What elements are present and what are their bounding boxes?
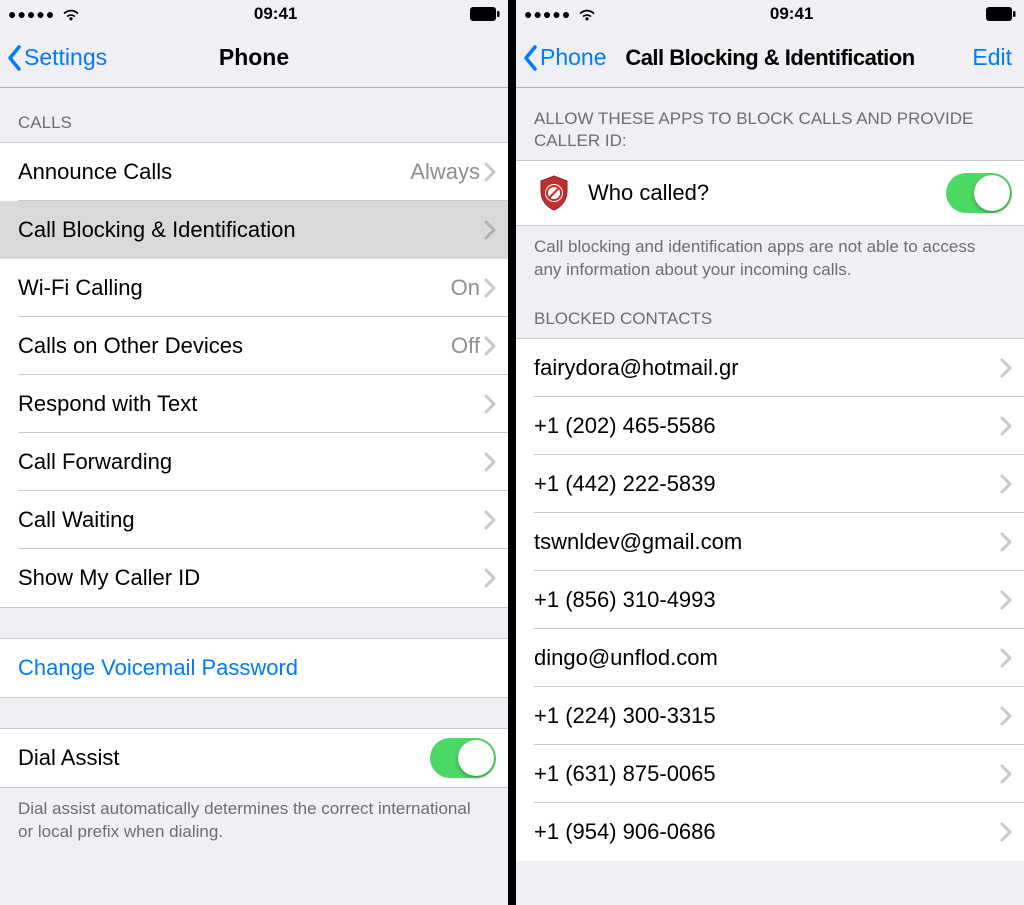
row-call-blocking[interactable]: Call Blocking & Identification [0, 201, 508, 259]
blocked-contact-row[interactable]: tswnldev@gmail.com [516, 513, 1024, 571]
status-time: 09:41 [81, 4, 470, 24]
blocked-contact-row[interactable]: fairydora@hotmail.gr [516, 339, 1024, 397]
row-label: Call Forwarding [18, 449, 484, 475]
chevron-right-icon [1000, 416, 1012, 436]
chevron-right-icon [484, 336, 496, 356]
chevron-right-icon [484, 394, 496, 414]
row-label: Respond with Text [18, 391, 484, 417]
chevron-right-icon [1000, 358, 1012, 378]
who-called-app-icon [534, 173, 574, 213]
chevron-right-icon [484, 220, 496, 240]
chevron-right-icon [1000, 706, 1012, 726]
apps-footer: Call blocking and identification apps ar… [516, 226, 1024, 290]
dial-assist-list: Dial Assist [0, 728, 508, 788]
row-who-called-app[interactable]: Who called? [516, 161, 1024, 225]
row-label: Change Voicemail Password [18, 655, 496, 681]
row-label: +1 (202) 465-5586 [534, 413, 1000, 439]
row-label: Wi-Fi Calling [18, 275, 451, 301]
blocked-contact-row[interactable]: +1 (442) 222-5839 [516, 455, 1024, 513]
chevron-right-icon [1000, 648, 1012, 668]
chevron-left-icon [6, 44, 22, 72]
voicemail-list: Change Voicemail Password [0, 638, 508, 698]
chevron-right-icon [1000, 764, 1012, 784]
chevron-right-icon [1000, 532, 1012, 552]
chevron-right-icon [484, 510, 496, 530]
row-announce-calls[interactable]: Announce Calls Always [0, 143, 508, 201]
row-label: fairydora@hotmail.gr [534, 355, 1000, 381]
who-called-toggle[interactable] [946, 173, 1012, 213]
row-respond-text[interactable]: Respond with Text [0, 375, 508, 433]
wifi-icon [61, 7, 81, 21]
row-value: Off [451, 333, 480, 359]
row-change-voicemail-password[interactable]: Change Voicemail Password [0, 639, 508, 697]
chevron-right-icon [484, 452, 496, 472]
battery-icon [986, 7, 1016, 21]
nav-bar: Phone Call Blocking & Identification Edi… [516, 28, 1024, 88]
blocked-contact-row[interactable]: +1 (202) 465-5586 [516, 397, 1024, 455]
chevron-right-icon [1000, 474, 1012, 494]
row-call-waiting[interactable]: Call Waiting [0, 491, 508, 549]
phone-settings-pane: ●●●●● 09:41 Settings Phone Cal [0, 0, 508, 905]
blocked-contact-row[interactable]: +1 (954) 906-0686 [516, 803, 1024, 861]
calls-list: Announce Calls Always Call Blocking & Id… [0, 142, 508, 608]
row-label: Who called? [588, 180, 946, 206]
row-label: Call Blocking & Identification [18, 217, 484, 243]
back-label: Settings [24, 44, 107, 71]
chevron-right-icon [1000, 590, 1012, 610]
row-value: Always [410, 159, 480, 185]
signal-strength-icon: ●●●●● [524, 6, 571, 22]
call-blocking-pane: ●●●●● 09:41 Phone Call Blocking & Identi… [516, 0, 1024, 905]
dial-assist-toggle[interactable] [430, 738, 496, 778]
row-value: On [451, 275, 480, 301]
chevron-left-icon [522, 44, 538, 72]
chevron-right-icon [484, 278, 496, 298]
chevron-right-icon [1000, 822, 1012, 842]
row-label: Announce Calls [18, 159, 410, 185]
row-label: +1 (224) 300-3315 [534, 703, 1000, 729]
edit-button[interactable]: Edit [972, 44, 1016, 71]
row-dial-assist[interactable]: Dial Assist [0, 729, 508, 787]
nav-bar: Settings Phone [0, 28, 508, 88]
dial-assist-footer: Dial assist automatically determines the… [0, 788, 508, 852]
row-label: +1 (442) 222-5839 [534, 471, 1000, 497]
row-label: +1 (856) 310-4993 [534, 587, 1000, 613]
blocked-contact-row[interactable]: dingo@unflod.com [516, 629, 1024, 687]
wifi-icon [577, 7, 597, 21]
status-time: 09:41 [597, 4, 986, 24]
section-header-apps: Allow these apps to block calls and prov… [516, 88, 1024, 160]
signal-strength-icon: ●●●●● [8, 6, 55, 22]
blocked-contact-row[interactable]: +1 (856) 310-4993 [516, 571, 1024, 629]
back-button[interactable]: Phone [520, 44, 607, 72]
row-label: +1 (954) 906-0686 [534, 819, 1000, 845]
blocked-contact-row[interactable]: +1 (224) 300-3315 [516, 687, 1024, 745]
status-bar: ●●●●● 09:41 [0, 0, 508, 28]
section-header-blocked: Blocked Contacts [516, 290, 1024, 338]
row-label: Calls on Other Devices [18, 333, 451, 359]
row-label: Show My Caller ID [18, 565, 484, 591]
back-label: Phone [540, 44, 607, 71]
chevron-right-icon [484, 162, 496, 182]
back-button[interactable]: Settings [4, 44, 107, 72]
row-show-caller-id[interactable]: Show My Caller ID [0, 549, 508, 607]
row-label: Call Waiting [18, 507, 484, 533]
apps-list: Who called? [516, 160, 1024, 226]
blocked-contact-row[interactable]: +1 (631) 875-0065 [516, 745, 1024, 803]
row-label: tswnldev@gmail.com [534, 529, 1000, 555]
chevron-right-icon [484, 568, 496, 588]
section-header-calls: Calls [0, 88, 508, 142]
row-call-forwarding[interactable]: Call Forwarding [0, 433, 508, 491]
battery-icon [470, 7, 500, 21]
row-label: Dial Assist [18, 745, 430, 771]
row-wifi-calling[interactable]: Wi-Fi Calling On [0, 259, 508, 317]
status-bar: ●●●●● 09:41 [516, 0, 1024, 28]
blocked-contacts-list: fairydora@hotmail.gr +1 (202) 465-5586 +… [516, 338, 1024, 861]
row-label: dingo@unflod.com [534, 645, 1000, 671]
row-calls-other-devices[interactable]: Calls on Other Devices Off [0, 317, 508, 375]
row-label: +1 (631) 875-0065 [534, 761, 1000, 787]
